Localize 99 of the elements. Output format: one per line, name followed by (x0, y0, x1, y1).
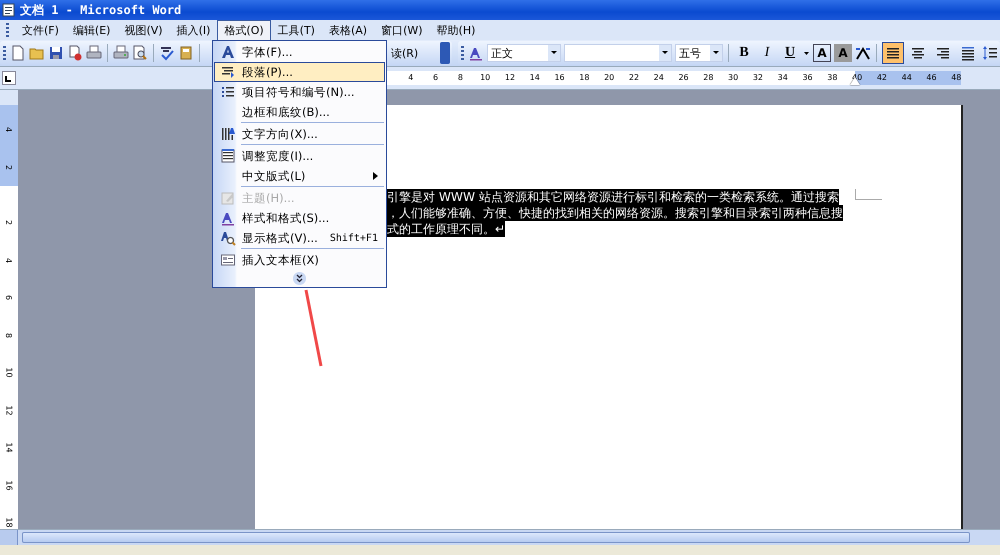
printer-icon[interactable] (113, 45, 129, 61)
styles-icon (220, 210, 236, 226)
shortcut-text: Shift+F1 (330, 232, 378, 244)
menu-item[interactable]: 插入文本框(X) (214, 250, 385, 270)
menu-item[interactable]: 样式和格式(S)... (214, 208, 385, 228)
character-border-button[interactable]: A (813, 44, 831, 62)
theme-icon (220, 190, 236, 206)
tab-stop-button[interactable] (2, 71, 16, 85)
menu-item[interactable]: 视图(V) (117, 20, 170, 40)
menu-item[interactable]: 项目符号和编号(N)... (214, 82, 385, 102)
font-icon (220, 44, 236, 60)
character-shading-button[interactable]: A (834, 44, 852, 62)
ruler-number: 14 (4, 442, 14, 453)
bold-button[interactable]: B (734, 43, 754, 63)
fit-width-icon (220, 148, 236, 164)
book-icon[interactable] (178, 45, 194, 61)
ruler-number: 10 (4, 368, 14, 378)
ruler-number: 4 (4, 127, 14, 132)
text-direction-icon (220, 126, 236, 142)
expand-icon[interactable] (293, 272, 306, 284)
ruler-number: 28 (702, 72, 714, 84)
align-center-icon (910, 45, 926, 61)
ruler-number: 42 (876, 72, 888, 84)
ruler-number: 44 (900, 72, 913, 84)
scrollbar-thumb[interactable] (22, 532, 970, 543)
selected-text: 引擎是对 WWW 站点资源和其它网络资源进行标引和检索的一类检索系统。通过搜索 (387, 189, 839, 205)
text-box-icon (220, 252, 236, 268)
printer-icon[interactable] (86, 45, 102, 61)
menu-item[interactable]: 编辑(E) (66, 20, 118, 40)
margin-corner-mark (855, 189, 882, 200)
ruler-number: 26 (677, 72, 690, 84)
ruler-number: 10 (479, 72, 492, 84)
menu-item[interactable]: 字体(F)... (214, 42, 385, 62)
line-spacing-icon[interactable] (982, 45, 998, 61)
ruler-number: 18 (578, 72, 590, 84)
caret-icon (551, 51, 557, 55)
ruler-number: 8 (456, 72, 464, 84)
ruler-number: 4 (4, 258, 14, 263)
character-scale-icon[interactable] (855, 45, 871, 61)
menu-item[interactable]: 显示格式(V)... Shift+F1 (214, 228, 385, 248)
new-document-icon[interactable] (10, 45, 26, 61)
menu-item[interactable]: 中文版式(L) (214, 166, 385, 186)
menu-item[interactable]: 文字方向(X)... (214, 124, 385, 144)
paragraph-icon (220, 64, 236, 80)
justify-button[interactable] (882, 42, 904, 64)
read-button[interactable]: 读(R) (389, 46, 420, 60)
ruler-number: 34 (776, 72, 789, 84)
ruler-number: 16 (553, 72, 566, 84)
menu-item[interactable]: 插入(I) (170, 20, 218, 40)
styles-icon[interactable] (468, 45, 484, 61)
ruler-number: 14 (528, 72, 541, 84)
selected-text: ，人们能够准确、方便、快捷的找到相关的网络资源。搜索引擎和目录索引两种信息搜 (387, 205, 843, 221)
ruler-number: 36 (801, 72, 814, 84)
ruler-number: 12 (504, 72, 516, 84)
ruler-number: 32 (752, 72, 764, 84)
menu-item[interactable]: 帮助(H) (430, 20, 482, 40)
menu-item[interactable]: 格式(O) (217, 20, 271, 40)
menu-item[interactable]: 调整宽度(I)... (214, 146, 385, 166)
style-dropdown[interactable]: 正文 (487, 44, 561, 62)
ruler-number: 46 (925, 72, 938, 84)
ruler-number: 6 (4, 295, 14, 300)
ruler-number: 16 (4, 480, 14, 490)
ruler-number: 30 (727, 72, 740, 84)
menu-item[interactable]: 边框和底纹(B)... (214, 102, 385, 122)
justify-icon (885, 45, 901, 61)
ruler-number: 22 (628, 72, 640, 84)
document-icon (2, 3, 16, 17)
italic-button[interactable]: I (757, 43, 777, 63)
caret-icon (713, 51, 719, 55)
save-icon[interactable] (48, 45, 64, 61)
font-size-dropdown[interactable]: 五号 (675, 44, 723, 62)
menu-item[interactable]: 窗口(W) (374, 20, 430, 40)
menu-item[interactable]: 文件(F) (15, 20, 66, 40)
ruler-number: 48 (950, 72, 962, 84)
ruler-number: 20 (603, 72, 616, 84)
menu-item[interactable]: 表格(A) (322, 20, 374, 40)
ruler-number: 24 (652, 72, 665, 84)
align-right-icon (935, 45, 951, 61)
ruler-number: 4 (407, 72, 414, 84)
menu-item[interactable]: 段落(P)... (214, 62, 385, 82)
window-title: 文档 1 - Microsoft Word (20, 2, 182, 18)
ruler-number: 12 (4, 405, 14, 416)
ruler-number: 18 (4, 518, 14, 528)
print-preview-icon[interactable] (132, 45, 148, 61)
spelling-check-icon[interactable] (159, 45, 175, 61)
distribute-icon (960, 45, 976, 61)
underline-button[interactable]: U (780, 43, 800, 63)
ruler-number: 6 (432, 72, 440, 84)
ruler-number: 2 (4, 164, 14, 170)
magnifier-icon (220, 230, 236, 246)
caret-icon (662, 51, 668, 55)
menu-item[interactable]: 工具(T) (270, 20, 322, 40)
document-stop-icon[interactable] (67, 45, 83, 61)
ruler-number: 38 (826, 72, 838, 84)
ruler-number: 8 (4, 332, 14, 338)
bullet-list-icon (220, 84, 236, 100)
horizontal-scrollbar[interactable] (0, 529, 1000, 545)
ruler-number: 2 (4, 220, 14, 226)
selected-text: 式的工作原理不同。↵ (387, 221, 506, 237)
